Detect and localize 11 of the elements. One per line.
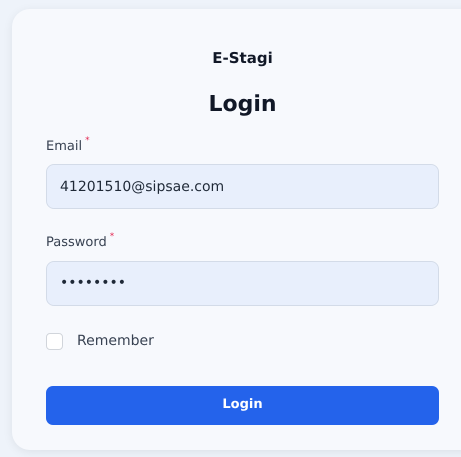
page-title: Login bbox=[208, 90, 277, 118]
checkbox-label: Remember bbox=[77, 332, 154, 350]
required-mark: * bbox=[85, 136, 90, 146]
required-mark: * bbox=[110, 233, 114, 242]
email-field[interactable]: 41201510@sipsae.com bbox=[46, 164, 439, 209]
password-field[interactable]: •••••••• bbox=[46, 260, 439, 306]
login-button[interactable]: Login bbox=[46, 386, 439, 424]
app-name: E-Stagi bbox=[212, 48, 273, 69]
remember-checkbox[interactable] bbox=[46, 332, 63, 350]
field-label: Password bbox=[46, 234, 107, 252]
field-label: Email bbox=[46, 138, 82, 156]
